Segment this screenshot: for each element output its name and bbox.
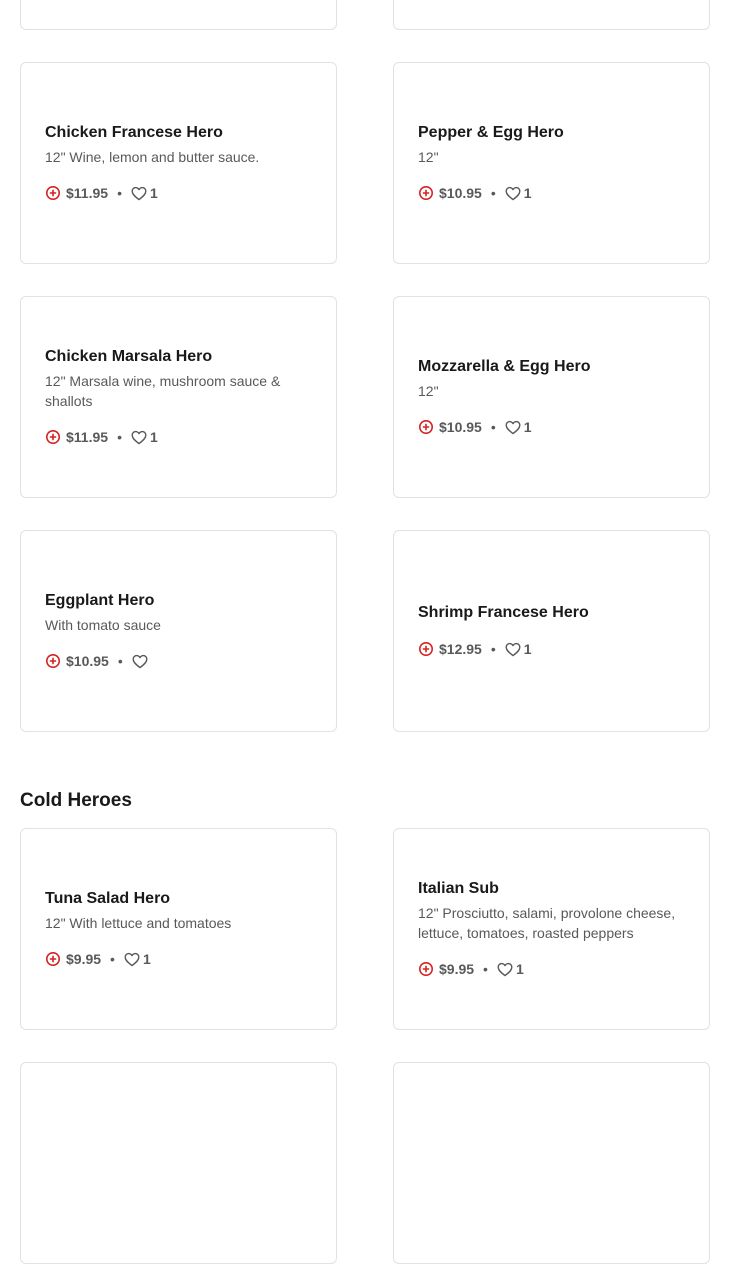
item-name: Chicken Marsala Hero xyxy=(45,348,213,365)
item-description: 12" xyxy=(418,383,439,399)
separator-dot: • xyxy=(117,185,122,201)
item-price: $10.95 xyxy=(439,419,482,435)
menu-item-card[interactable]: Shrimp Francese Hero $12.95 • 1 xyxy=(393,530,710,732)
heart-icon[interactable] xyxy=(131,186,147,201)
item-description: 12" xyxy=(418,149,439,165)
menu-item-card[interactable]: Eggplant Hero With tomato sauce $10.95 • xyxy=(20,530,337,732)
item-description: 12" With lettuce and tomatoes xyxy=(45,915,232,931)
item-description: 12" Wine, lemon and butter sauce. xyxy=(45,149,260,165)
like-count: 1 xyxy=(515,961,524,977)
separator-dot: • xyxy=(117,429,122,445)
plus-circle-icon[interactable] xyxy=(45,653,61,669)
item-description: With tomato sauce xyxy=(45,617,161,633)
heart-icon[interactable] xyxy=(505,642,521,657)
separator-dot: • xyxy=(483,961,488,977)
like-count: 1 xyxy=(149,429,158,445)
separator-dot: • xyxy=(117,653,123,669)
heart-icon[interactable] xyxy=(132,654,148,669)
plus-circle-icon[interactable] xyxy=(418,419,434,435)
menu-item-card-partial[interactable] xyxy=(20,0,337,30)
menu-item-card[interactable]: Mozzarella & Egg Hero 12" $10.95 • 1 xyxy=(393,296,710,498)
like-count: 1 xyxy=(523,419,532,435)
item-name: Chicken Francese Hero xyxy=(45,124,223,141)
menu-item-card-partial[interactable] xyxy=(393,1062,710,1264)
item-description: 12" Prosciutto, salami, provolone cheese… xyxy=(418,905,676,941)
heart-icon[interactable] xyxy=(124,952,140,967)
plus-circle-icon[interactable] xyxy=(45,429,61,445)
item-price: $9.95 xyxy=(439,961,475,977)
item-name: Eggplant Hero xyxy=(45,592,155,609)
section-title-cold-heroes: Cold Heroes xyxy=(20,790,132,811)
plus-circle-icon[interactable] xyxy=(45,951,61,967)
menu-item-card-partial[interactable] xyxy=(20,1062,337,1264)
separator-dot: • xyxy=(490,641,496,657)
menu-item-card[interactable]: Pepper & Egg Hero 12" $10.95 • 1 xyxy=(393,62,710,264)
separator-dot: • xyxy=(490,419,496,435)
plus-circle-icon[interactable] xyxy=(418,961,434,977)
item-price: $10.95 xyxy=(66,653,109,669)
item-price: $11.95 xyxy=(66,185,109,201)
menu-item-card[interactable]: Italian Sub 12" Prosciutto, salami, prov… xyxy=(393,828,710,1030)
separator-dot: • xyxy=(490,185,496,201)
menu-item-card[interactable]: Chicken Francese Hero 12" Wine, lemon an… xyxy=(20,62,337,264)
item-name: Tuna Salad Hero xyxy=(45,890,171,907)
heart-icon[interactable] xyxy=(131,430,147,445)
item-price: $12.95 xyxy=(439,641,482,657)
item-name: Shrimp Francese Hero xyxy=(418,604,589,621)
item-price: $11.95 xyxy=(66,429,109,445)
item-name: Pepper & Egg Hero xyxy=(418,124,564,141)
plus-circle-icon[interactable] xyxy=(45,185,61,201)
item-name: Italian Sub xyxy=(418,880,499,897)
plus-circle-icon[interactable] xyxy=(418,641,434,657)
separator-dot: • xyxy=(110,951,115,967)
like-count: 1 xyxy=(523,641,532,657)
like-count: 1 xyxy=(523,185,532,201)
item-price: $10.95 xyxy=(439,185,482,201)
heart-icon[interactable] xyxy=(497,962,513,977)
like-count: 1 xyxy=(149,185,158,201)
item-price: $9.95 xyxy=(66,951,102,967)
heart-icon[interactable] xyxy=(505,186,521,201)
item-description: 12" Marsala wine, mushroom sauce & shall… xyxy=(45,373,281,409)
menu-item-card[interactable]: Tuna Salad Hero 12" With lettuce and tom… xyxy=(20,828,337,1030)
item-name: Mozzarella & Egg Hero xyxy=(418,358,591,375)
menu-item-card[interactable]: Chicken Marsala Hero 12" Marsala wine, m… xyxy=(20,296,337,498)
heart-icon[interactable] xyxy=(505,420,521,435)
menu-item-card-partial[interactable] xyxy=(393,0,710,30)
plus-circle-icon[interactable] xyxy=(418,185,434,201)
like-count: 1 xyxy=(142,951,151,967)
